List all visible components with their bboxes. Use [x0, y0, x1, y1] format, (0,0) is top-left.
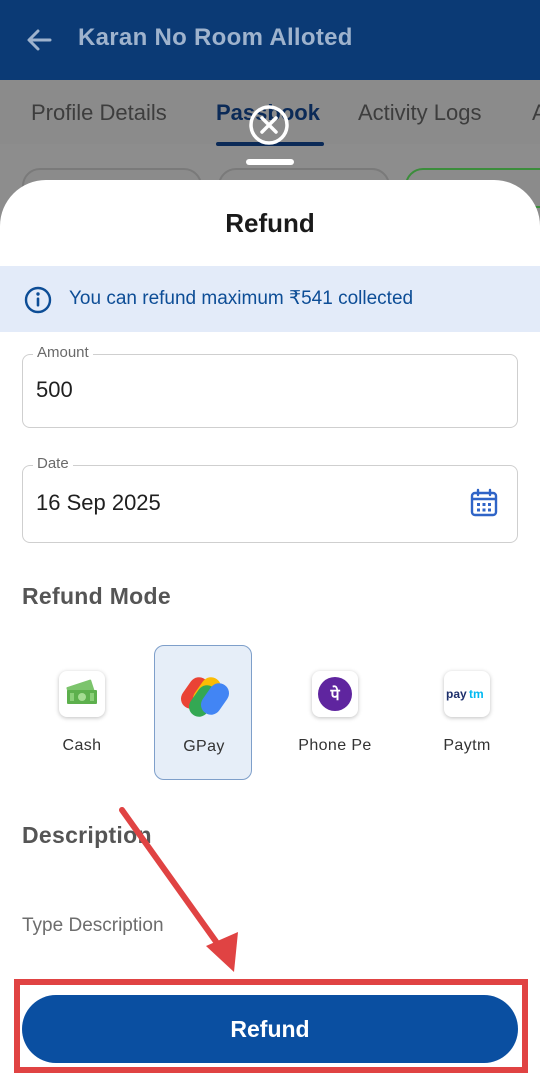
svg-text:tm: tm	[469, 687, 484, 701]
svg-text:pay: pay	[446, 687, 467, 701]
info-text: You can refund maximum ₹541 collected	[69, 288, 414, 309]
info-icon	[24, 286, 52, 314]
calendar-icon[interactable]	[469, 488, 499, 518]
sheet-title: Refund	[225, 208, 315, 238]
tab-activity-logs[interactable]: Activity Logs	[358, 100, 482, 126]
refund-mode-label: Phone Pe	[298, 737, 372, 754]
date-label: Date	[33, 455, 73, 472]
amount-field[interactable]: Amount	[22, 344, 518, 428]
close-icon[interactable]	[248, 104, 290, 146]
app-bar: Karan No Room Alloted	[0, 0, 540, 80]
refund-mode-cash[interactable]: Cash	[33, 645, 131, 780]
phonepe-icon: पे	[318, 677, 352, 711]
refund-mode-phonepe[interactable]: पे Phone Pe	[286, 645, 384, 780]
amount-label: Amount	[33, 344, 93, 361]
refund-bottom-sheet: Refund You can refund maximum ₹541 colle…	[0, 180, 540, 1081]
cash-icon	[66, 679, 97, 704]
info-banner: You can refund maximum ₹541 collected	[0, 266, 540, 332]
gpay-icon	[180, 677, 230, 717]
svg-text:पे: पे	[329, 685, 340, 704]
refund-mode-label: Cash	[62, 737, 102, 754]
page-title: Karan No Room Alloted	[78, 24, 353, 51]
refund-mode-label: GPay	[183, 738, 225, 755]
date-value[interactable]: 16 Sep 2025	[36, 490, 436, 516]
amount-input[interactable]	[36, 377, 436, 403]
annotation-highlight-box	[14, 979, 528, 1073]
refund-mode-label: Paytm	[443, 737, 491, 754]
date-field[interactable]: Date 16 Sep 2025	[22, 455, 518, 543]
tab-partial[interactable]: A	[532, 100, 540, 126]
description-heading: Description	[22, 822, 152, 848]
refund-mode-gpay[interactable]: GPay	[154, 645, 252, 780]
tab-profile-details[interactable]: Profile Details	[31, 100, 167, 126]
paytm-icon: pay tm	[446, 687, 484, 701]
description-input[interactable]	[22, 910, 518, 942]
sheet-drag-handle[interactable]	[246, 159, 294, 165]
refund-mode-heading: Refund Mode	[22, 583, 171, 609]
back-arrow-icon[interactable]	[24, 22, 54, 58]
refund-mode-paytm[interactable]: pay tm Paytm	[418, 645, 516, 780]
